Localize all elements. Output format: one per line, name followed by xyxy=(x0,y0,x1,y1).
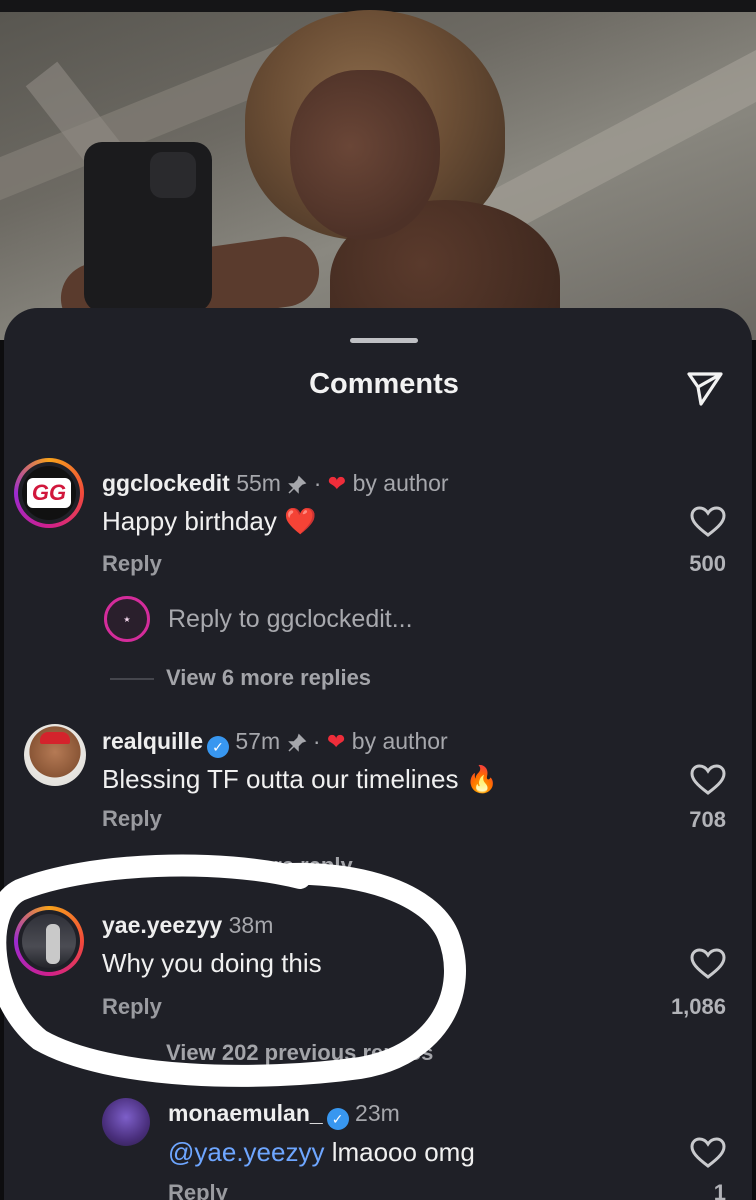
post-photo xyxy=(0,0,756,340)
pin-icon xyxy=(287,733,306,752)
comment-time: 23m xyxy=(355,1100,400,1126)
like-count: 708 xyxy=(689,807,726,832)
reply-button[interactable]: Reply xyxy=(168,1180,228,1200)
fire-emoji: 🔥 xyxy=(465,764,499,794)
avatar[interactable] xyxy=(102,1098,150,1146)
comment-text-body: Blessing TF outta our timelines xyxy=(102,764,459,794)
drag-handle[interactable] xyxy=(350,338,418,343)
comment-meta: monaemulan_ ✓ 23m xyxy=(168,1100,400,1130)
comment-username[interactable]: yae.yeezyy xyxy=(102,912,222,938)
verified-icon: ✓ xyxy=(206,736,229,758)
heart-outline-icon[interactable] xyxy=(690,948,726,980)
view-more-replies[interactable]: View 202 previous replies xyxy=(166,1040,433,1066)
reply-button[interactable]: Reply xyxy=(102,806,162,832)
comment-text: @yae.yeezyy lmaooo omg xyxy=(168,1137,475,1168)
comment-username[interactable]: realquille xyxy=(102,728,203,754)
heart-outline-icon[interactable] xyxy=(690,506,726,538)
pin-icon xyxy=(288,475,307,494)
comment-time: 38m xyxy=(228,912,274,938)
like-count: 1,086 xyxy=(670,994,726,1019)
separator: · xyxy=(312,728,321,754)
comment-text: Blessing TF outta our timelines 🔥 xyxy=(102,764,498,795)
comments-sheet: Comments GG ggclockedit 55m · ❤ by autho… xyxy=(4,308,752,1200)
comment-text-body: lmaooo omg xyxy=(331,1137,475,1167)
reply-button[interactable]: Reply xyxy=(102,551,162,577)
author-badge: by author xyxy=(352,470,449,496)
reply-input[interactable]: Reply to ggclockedit... xyxy=(168,605,413,634)
avatar[interactable] xyxy=(24,724,86,786)
view-more-replies[interactable]: View 1 more reply xyxy=(166,853,353,879)
my-avatar: ★ xyxy=(104,596,150,642)
like-count: 500 xyxy=(689,551,726,576)
comment-text-body: Happy birthday xyxy=(102,506,277,536)
author-badge: by author xyxy=(351,728,448,754)
avatar[interactable]: GG xyxy=(14,458,84,528)
heart-emoji: ❤️ xyxy=(284,506,317,536)
comment-text: Why you doing this xyxy=(102,948,322,978)
comment-time: 55m xyxy=(236,470,281,496)
separator: · xyxy=(313,470,322,496)
avatar[interactable] xyxy=(14,906,84,976)
comment-username[interactable]: ggclockedit xyxy=(102,470,230,496)
heart-icon: ❤ xyxy=(327,471,347,496)
reply-button[interactable]: Reply xyxy=(102,994,162,1020)
comment-username[interactable]: monaemulan_ xyxy=(168,1100,323,1126)
sheet-title: Comments xyxy=(309,368,459,400)
comment-meta: yae.yeezyy 38m xyxy=(102,912,273,939)
comment-time: 57m xyxy=(235,728,281,754)
send-icon[interactable] xyxy=(684,366,726,408)
comment-meta: realquille ✓ 57m · ❤ by author xyxy=(102,728,448,758)
mention-link[interactable]: @yae.yeezyy xyxy=(168,1137,324,1167)
heart-icon: ❤ xyxy=(326,729,346,754)
like-count: 1 xyxy=(713,1180,726,1200)
heart-outline-icon[interactable] xyxy=(690,1137,726,1169)
heart-outline-icon[interactable] xyxy=(690,764,726,796)
comment-meta: ggclockedit 55m · ❤ by author xyxy=(102,470,449,497)
avatar-logo: GG xyxy=(27,478,71,508)
verified-icon: ✓ xyxy=(326,1108,349,1130)
view-more-replies[interactable]: View 6 more replies xyxy=(166,665,371,691)
comment-text: Happy birthday ❤️ xyxy=(102,506,317,537)
